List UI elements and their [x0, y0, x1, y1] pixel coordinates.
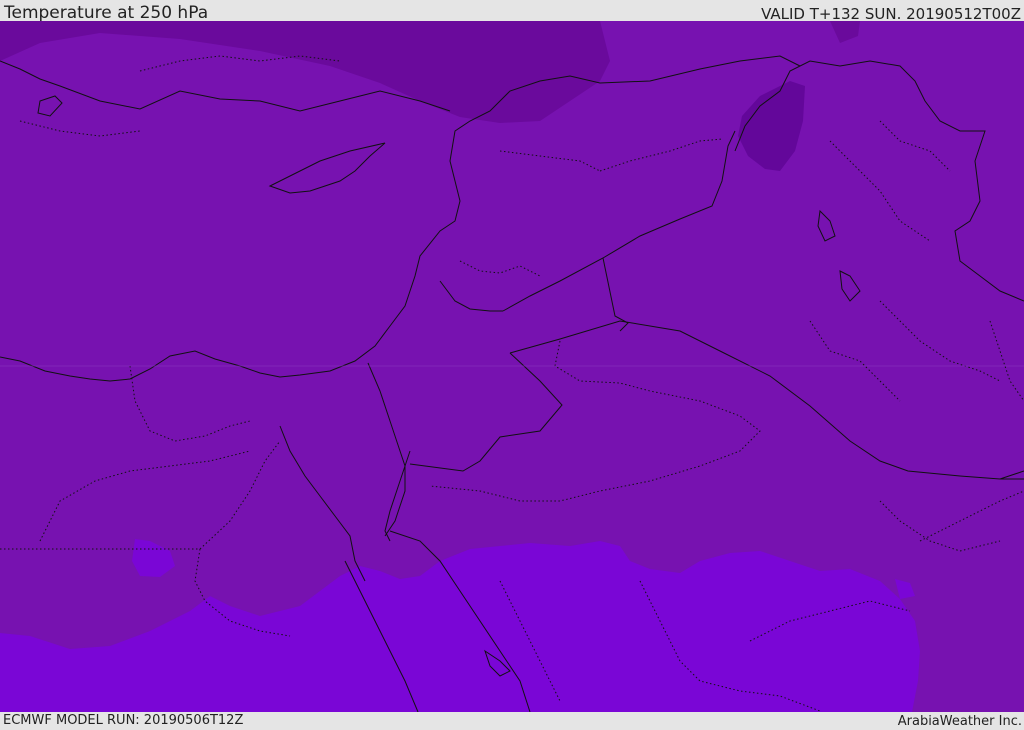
temperature-map — [0, 21, 1024, 712]
credit-text: ArabiaWeather Inc. — [897, 714, 1022, 729]
model-run: ECMWF MODEL RUN: 20190506T12Z — [3, 713, 244, 728]
map-title: Temperature at 250 hPa — [4, 3, 209, 23]
header-bar: Temperature at 250 hPa VALID T+132 SUN. … — [0, 0, 1024, 23]
footer-bar: ECMWF MODEL RUN: 20190506T12Z ArabiaWeat… — [0, 712, 1024, 729]
